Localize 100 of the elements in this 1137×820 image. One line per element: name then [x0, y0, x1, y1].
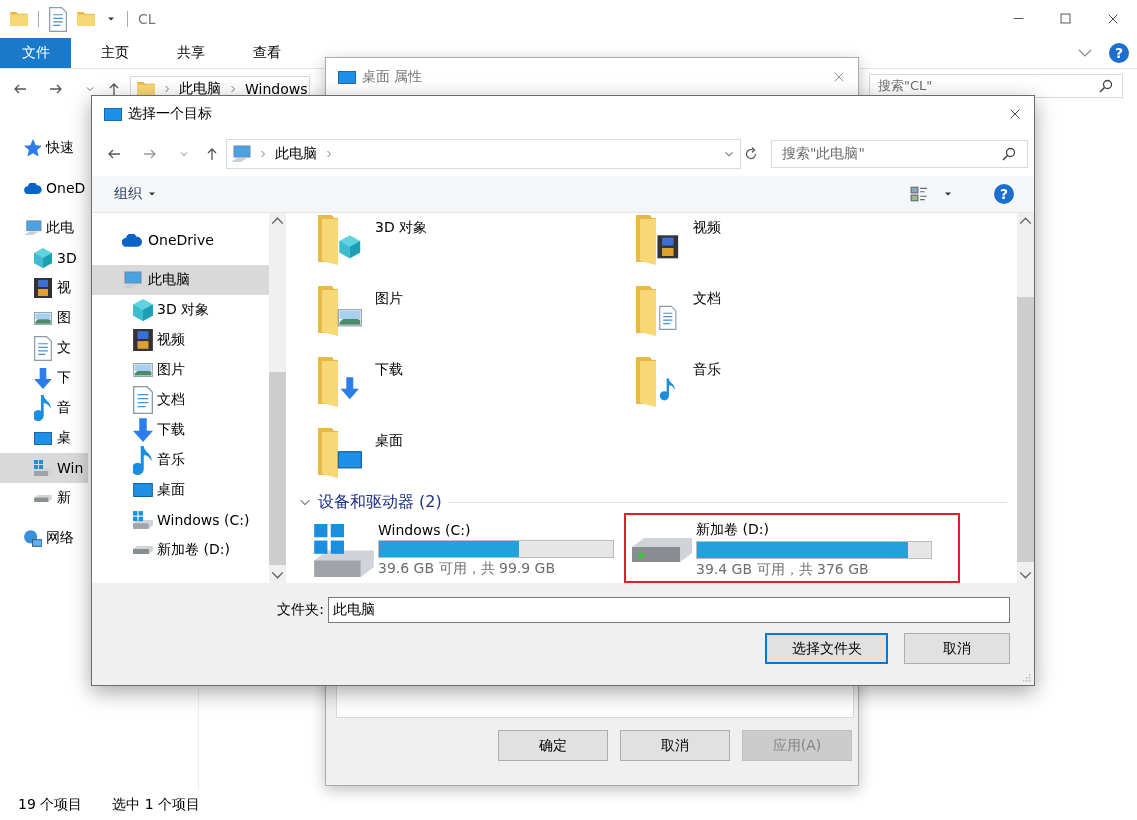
ribbon-tab[interactable]: 文件	[0, 38, 71, 68]
picture-icon	[34, 311, 52, 325]
ribbon-tab[interactable]: 查看	[235, 38, 299, 68]
folder-item[interactable]: 视频	[634, 213, 952, 284]
tree-item[interactable]: 桌	[0, 423, 88, 453]
drive-icon	[34, 460, 52, 476]
document-icon	[34, 335, 52, 361]
tree-item[interactable]: 下载	[92, 415, 269, 445]
tree-item[interactable]: OneD	[0, 173, 88, 203]
desktop-icon	[104, 107, 122, 121]
tree-item[interactable]: 下	[0, 363, 88, 393]
dialog-title: 选择一个目标	[128, 105, 212, 123]
document-icon	[49, 6, 67, 32]
tree-item[interactable]: Win	[0, 453, 88, 483]
drive-icon	[34, 494, 52, 502]
tree-item[interactable]: OneDrive	[92, 225, 269, 255]
tree-item[interactable]: 图	[0, 303, 88, 333]
help-button[interactable]: ?	[1109, 43, 1129, 63]
folder-item[interactable]: 文档	[634, 284, 952, 355]
drive-icon	[314, 523, 374, 577]
tree-item[interactable]: 新加卷 (D:)	[92, 535, 269, 565]
down-arrow-icon	[34, 367, 52, 389]
selection-count: 选中 1 个项目	[112, 796, 201, 814]
desktop-icon	[34, 431, 52, 445]
folder-icon	[137, 82, 155, 96]
resize-grip-icon[interactable]	[1020, 671, 1032, 683]
scrollbar[interactable]	[1017, 213, 1034, 583]
tree-item[interactable]: 文档	[92, 385, 269, 415]
search-placeholder: 搜索"此电脑"	[782, 145, 865, 163]
organize-menu[interactable]: 组织	[114, 178, 220, 210]
desktop-icon	[133, 483, 153, 497]
tree-item[interactable]: 桌面	[92, 475, 269, 505]
film-icon	[133, 329, 153, 351]
tree-item[interactable]: Windows (C:)	[92, 505, 269, 535]
folder-item[interactable]: 图片	[316, 284, 634, 355]
scrollbar-thumb[interactable]	[269, 372, 286, 565]
address-bar[interactable]: 此电脑	[226, 139, 741, 169]
ribbon-tab[interactable]: 共享	[159, 38, 223, 68]
folder-icon	[10, 12, 28, 26]
tree-item[interactable]: 音	[0, 393, 88, 423]
tree-item[interactable]: 视频	[92, 325, 269, 355]
folder-icon	[316, 284, 364, 336]
scrollbar-thumb[interactable]	[1017, 297, 1034, 562]
breadcrumb[interactable]: 此电脑	[179, 80, 221, 98]
tree-item[interactable]: 此电脑	[92, 265, 269, 295]
refresh-icon[interactable]	[743, 146, 759, 162]
window-title: CL	[138, 11, 156, 27]
tree-item[interactable]: 网络	[0, 523, 88, 553]
cloud-icon	[24, 182, 42, 194]
group-header[interactable]: 设备和驱动器 (2)	[318, 491, 442, 513]
close-icon[interactable]	[1008, 107, 1022, 121]
folder-item[interactable]: 3D 对象	[316, 213, 634, 284]
computer-icon	[24, 220, 42, 236]
picture-icon	[133, 363, 153, 377]
drive-icon	[133, 511, 153, 529]
dialog-button[interactable]: 取消	[904, 633, 1010, 664]
network-icon	[24, 529, 42, 547]
folder-input[interactable]: 此电脑	[328, 597, 1010, 623]
tree-item[interactable]: 文	[0, 333, 88, 363]
dialog-button[interactable]: 选择文件夹	[765, 633, 888, 664]
dialog-button[interactable]: 取消	[620, 730, 730, 761]
help-button[interactable]: ?	[994, 184, 1014, 204]
cloud-icon	[122, 233, 142, 247]
tree-item[interactable]: 快速	[0, 133, 88, 163]
search-field[interactable]: 搜索"此电脑"	[771, 140, 1028, 168]
star-icon	[24, 139, 42, 157]
down-arrow-icon	[133, 418, 153, 442]
tree-item[interactable]: 3D 对象	[92, 295, 269, 325]
computer-icon	[231, 145, 251, 163]
film-icon	[34, 278, 52, 298]
free-space-text: 39.4 GB 可用，共 376 GB	[696, 561, 870, 579]
computer-icon	[122, 271, 142, 289]
drive-icon	[632, 538, 692, 562]
tree-item[interactable]: 图片	[92, 355, 269, 385]
item-count: 19 个项目	[18, 796, 83, 814]
folder-label: 文件夹:	[277, 601, 324, 619]
breadcrumb[interactable]: 此电脑	[275, 145, 317, 163]
dialog-title: 桌面 属性	[362, 68, 423, 86]
desktop-icon	[338, 70, 356, 84]
search-icon[interactable]	[1098, 78, 1114, 94]
folder-icon	[316, 426, 364, 478]
music-note-icon	[133, 445, 153, 475]
dialog-button[interactable]: 确定	[498, 730, 608, 761]
search-icon[interactable]	[1001, 146, 1017, 162]
tree-item[interactable]: 此电	[0, 213, 88, 243]
tree-item[interactable]: 3D	[0, 243, 88, 273]
tree-item[interactable]: 新	[0, 483, 88, 513]
folder-item[interactable]: 音乐	[634, 355, 952, 426]
tree-item[interactable]: 视	[0, 273, 88, 303]
breadcrumb[interactable]: Windows	[245, 81, 308, 97]
tree-item[interactable]: 音乐	[92, 445, 269, 475]
music-note-icon	[34, 395, 52, 421]
document-icon	[133, 386, 153, 414]
scrollbar[interactable]	[269, 213, 286, 583]
view-options-icon[interactable]	[910, 185, 928, 203]
ribbon-tab[interactable]: 主页	[83, 38, 147, 68]
folder-icon	[77, 12, 95, 26]
drive-icon	[133, 546, 153, 554]
folder-item[interactable]: 下载	[316, 355, 634, 426]
search-placeholder: 搜索"CL"	[878, 77, 933, 95]
